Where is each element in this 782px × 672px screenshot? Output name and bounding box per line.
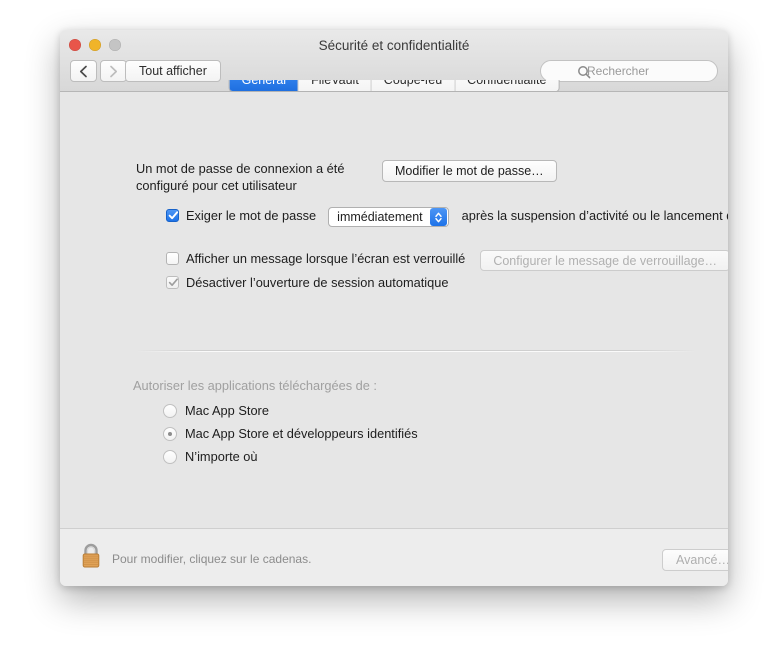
require-password-row: Exiger le mot de passe immédiatement apr… (166, 207, 728, 227)
tab-general[interactable]: Général (229, 80, 300, 91)
require-password-interval-popup[interactable]: immédiatement (328, 207, 449, 227)
radio-selected-dot (168, 431, 172, 436)
show-lock-message-row: Afficher un message lorsque l’écran est … (166, 250, 728, 271)
require-password-checkbox[interactable] (166, 209, 179, 222)
checkmark-icon (168, 278, 178, 286)
disable-auto-login-checkbox (166, 276, 179, 289)
advanced-button: Avancé… (662, 549, 728, 571)
login-password-row: Un mot de passe de connexion a été confi… (136, 160, 557, 194)
change-password-button[interactable]: Modifier le mot de passe… (382, 160, 557, 182)
chevron-updown-icon (429, 208, 447, 226)
require-password-label: Exiger le mot de passe (186, 208, 317, 223)
tab-firewall[interactable]: Coupe-feu (371, 80, 456, 91)
radio-label-mac-app-store: Mac App Store (185, 403, 269, 418)
checkmark-icon (168, 211, 179, 220)
require-password-trailing-text: après la suspension d’activité ou le lan… (461, 208, 728, 223)
search-field[interactable]: Rechercher (540, 60, 718, 82)
preferences-bottom-bar: Pour modifier, cliquez sur le cadenas. A… (60, 528, 728, 586)
window-title: Sécurité et confidentialité (318, 38, 470, 53)
search-placeholder: Rechercher (587, 64, 650, 78)
configure-lock-message-button: Configurer le message de verrouillage… (480, 250, 728, 271)
radio-label-anywhere: N’importe où (185, 449, 258, 464)
show-all-label: Tout afficher (139, 64, 207, 78)
radio-row-mac-app-store[interactable]: Mac App Store (163, 403, 269, 418)
radio-label-identified-developers: Mac App Store et développeurs identifiés (185, 426, 418, 441)
require-password-interval-value: immédiatement (337, 210, 423, 224)
chevron-right-icon (110, 65, 118, 77)
lock-hint-text: Pour modifier, cliquez sur le cadenas. (112, 552, 312, 566)
radio-row-identified-developers[interactable]: Mac App Store et développeurs identifiés (163, 426, 418, 441)
general-pane: Un mot de passe de connexion a été confi… (60, 92, 728, 528)
system-preferences-window: Sécurité et confidentialité Tout affiche… (60, 30, 728, 586)
tab-bar: Général FileVault Coupe-feu Confidential… (228, 80, 560, 92)
section-divider (136, 350, 696, 352)
show-lock-message-checkbox[interactable] (166, 252, 179, 265)
radio-anywhere[interactable] (163, 449, 177, 464)
tab-bar-clip: Général FileVault Coupe-feu Confidential… (60, 80, 728, 92)
radio-mac-app-store[interactable] (163, 403, 177, 418)
tab-privacy[interactable]: Confidentialité (455, 80, 559, 91)
search-icon (578, 66, 591, 79)
configure-lock-message-label: Configurer le message de verrouillage… (493, 253, 718, 268)
change-password-label: Modifier le mot de passe… (395, 164, 544, 178)
show-lock-message-label: Afficher un message lorsque l’écran est … (186, 251, 466, 266)
back-button[interactable] (70, 60, 97, 82)
chevron-left-icon (79, 65, 87, 77)
padlock-closed-icon[interactable] (78, 541, 104, 571)
forward-button (100, 60, 127, 82)
window-toolbar: Sécurité et confidentialité Tout affiche… (60, 30, 728, 92)
download-sources-label: Autoriser les applications téléchargées … (133, 378, 377, 393)
show-all-button[interactable]: Tout afficher (125, 60, 221, 82)
disable-auto-login-row: Désactiver l’ouverture de session automa… (166, 274, 448, 291)
advanced-label: Avancé… (676, 553, 728, 567)
navigation-button-group (70, 60, 127, 82)
tab-filevault[interactable]: FileVault (299, 80, 372, 91)
radio-row-anywhere[interactable]: N’importe où (163, 449, 258, 464)
radio-identified-developers[interactable] (163, 426, 177, 441)
disable-auto-login-label: Désactiver l’ouverture de session automa… (186, 275, 449, 290)
login-password-status: Un mot de passe de connexion a été confi… (136, 161, 345, 193)
